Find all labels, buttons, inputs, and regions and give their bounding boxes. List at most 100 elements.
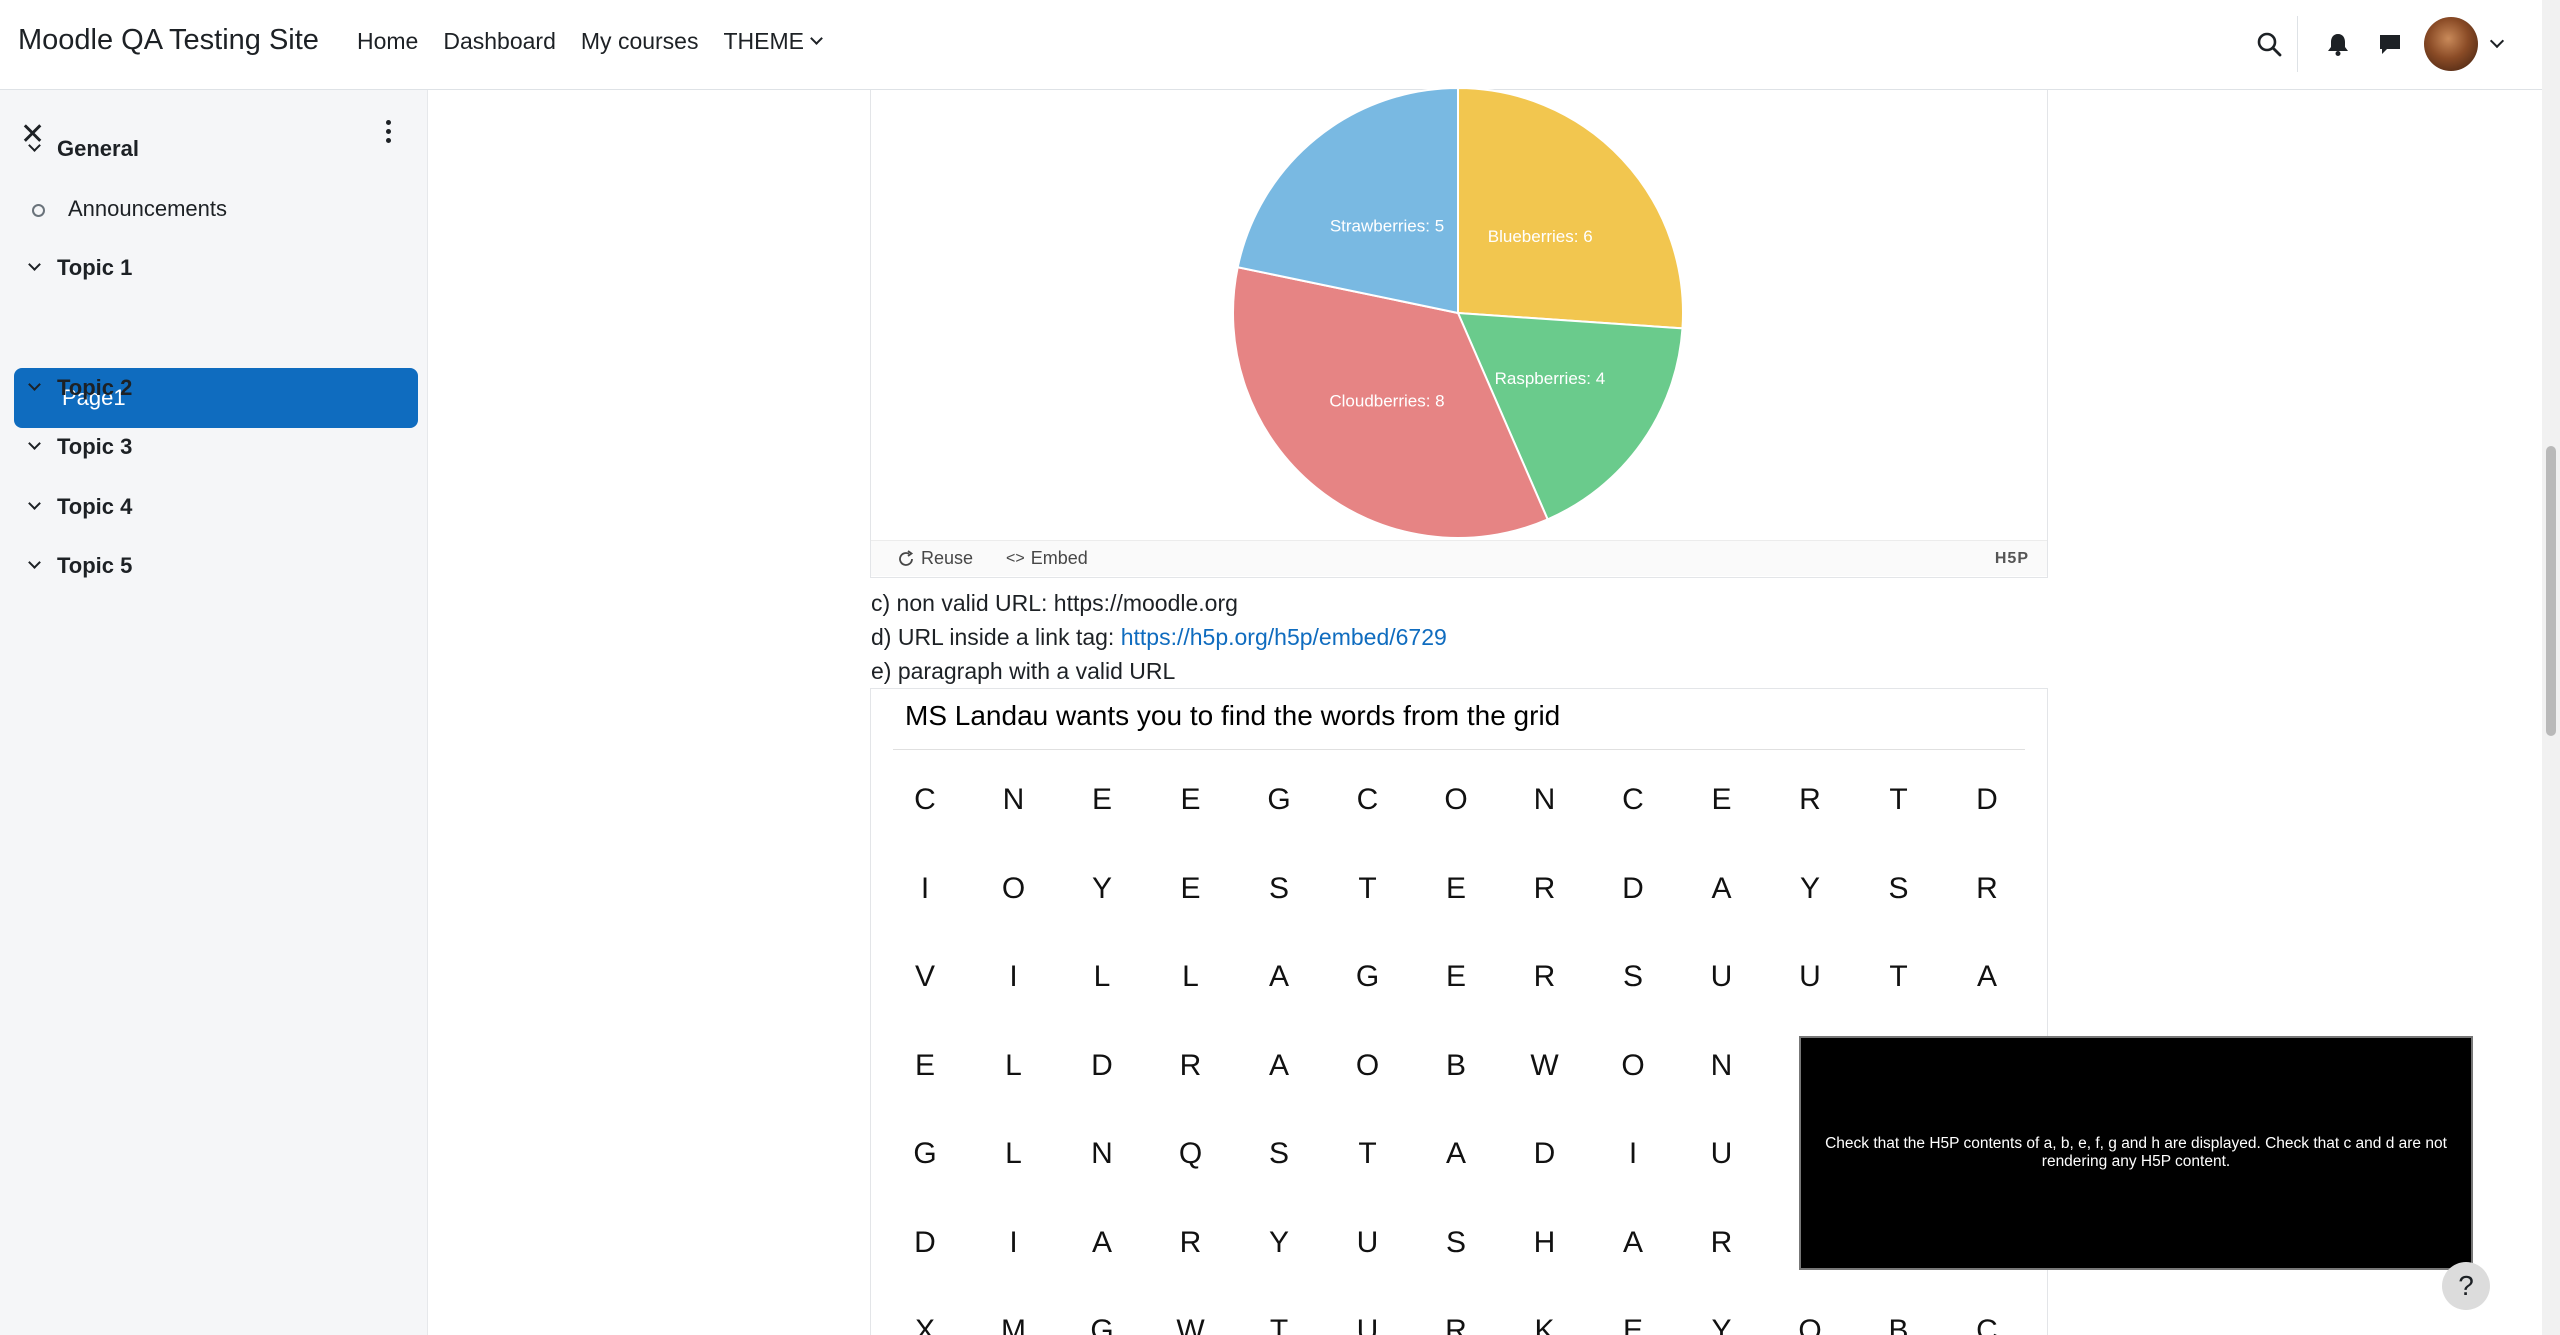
grid-letter[interactable]: E xyxy=(1161,783,1221,817)
grid-letter[interactable]: N xyxy=(1692,1049,1752,1083)
bell-icon[interactable] xyxy=(2318,24,2358,64)
grid-letter[interactable]: E xyxy=(1072,783,1132,817)
grid-letter[interactable]: W xyxy=(1515,1049,1575,1083)
sidebar-section-topic-2[interactable]: Topic 2 xyxy=(0,358,428,418)
sidebar-section-topic-3[interactable]: Topic 3 xyxy=(0,417,428,477)
sidebar-section-topic-4[interactable]: Topic 4 xyxy=(0,477,428,537)
grid-letter[interactable]: E xyxy=(1426,872,1486,906)
grid-letter[interactable]: A xyxy=(1692,872,1752,906)
grid-letter[interactable]: U xyxy=(1780,960,1840,994)
grid-letter[interactable]: V xyxy=(895,960,955,994)
grid-letter[interactable]: S xyxy=(1869,872,1929,906)
grid-letter[interactable]: S xyxy=(1603,960,1663,994)
grid-letter[interactable]: T xyxy=(1338,1137,1398,1171)
grid-letter[interactable]: A xyxy=(1249,1049,1309,1083)
grid-letter[interactable]: Y xyxy=(1249,1226,1309,1260)
grid-letter[interactable]: R xyxy=(1426,1314,1486,1335)
grid-letter[interactable]: E xyxy=(1426,960,1486,994)
embed-button[interactable]: <> Embed xyxy=(1006,548,1088,569)
h5p-embed-link[interactable]: https://h5p.org/h5p/embed/6729 xyxy=(1121,624,1447,650)
search-icon[interactable] xyxy=(2249,24,2289,64)
grid-letter[interactable]: X xyxy=(895,1314,955,1335)
user-menu-chevron-icon[interactable] xyxy=(2489,33,2505,49)
grid-letter[interactable]: R xyxy=(1780,783,1840,817)
grid-letter[interactable]: G xyxy=(1338,960,1398,994)
nav-home[interactable]: Home xyxy=(357,28,418,55)
grid-letter[interactable]: U xyxy=(1338,1226,1398,1260)
grid-letter[interactable]: A xyxy=(1426,1137,1486,1171)
grid-letter[interactable]: C xyxy=(1603,783,1663,817)
grid-letter[interactable]: R xyxy=(1692,1226,1752,1260)
site-name[interactable]: Moodle QA Testing Site xyxy=(18,24,319,57)
nav-theme-dropdown[interactable]: THEME xyxy=(723,28,823,55)
grid-letter[interactable]: R xyxy=(1161,1049,1221,1083)
grid-letter[interactable]: R xyxy=(1515,872,1575,906)
sidebar-section-topic-5[interactable]: Topic 5 xyxy=(0,536,428,596)
grid-letter[interactable]: E xyxy=(1692,783,1752,817)
grid-letter[interactable]: I xyxy=(1603,1137,1663,1171)
nav-my-courses[interactable]: My courses xyxy=(581,28,699,55)
grid-letter[interactable]: D xyxy=(1072,1049,1132,1083)
sidebar-section-general[interactable]: General xyxy=(0,119,428,179)
grid-letter[interactable]: L xyxy=(1072,960,1132,994)
grid-letter[interactable]: W xyxy=(1161,1314,1221,1335)
grid-letter[interactable]: T xyxy=(1338,872,1398,906)
grid-letter[interactable]: L xyxy=(984,1049,1044,1083)
grid-letter[interactable]: Y xyxy=(1072,872,1132,906)
grid-letter[interactable]: U xyxy=(1338,1314,1398,1335)
grid-letter[interactable]: R xyxy=(1957,872,2017,906)
grid-letter[interactable]: H xyxy=(1515,1226,1575,1260)
grid-letter[interactable]: O xyxy=(984,872,1044,906)
grid-letter[interactable]: M xyxy=(984,1314,1044,1335)
grid-letter[interactable]: C xyxy=(895,783,955,817)
grid-letter[interactable]: E xyxy=(1161,872,1221,906)
grid-letter[interactable]: B xyxy=(1869,1314,1929,1335)
grid-letter[interactable]: O xyxy=(1338,1049,1398,1083)
grid-letter[interactable]: O xyxy=(1603,1049,1663,1083)
grid-letter[interactable]: R xyxy=(1515,960,1575,994)
sidebar-section-topic-1[interactable]: Topic 1 xyxy=(0,238,428,298)
grid-letter[interactable]: O xyxy=(1780,1314,1840,1335)
user-avatar[interactable] xyxy=(2424,17,2478,71)
pie-slice[interactable] xyxy=(1457,88,1684,330)
grid-letter[interactable]: C xyxy=(1957,1314,2017,1335)
grid-letter[interactable]: D xyxy=(1603,872,1663,906)
grid-letter[interactable]: K xyxy=(1515,1314,1575,1335)
grid-letter[interactable]: I xyxy=(895,872,955,906)
grid-letter[interactable]: S xyxy=(1426,1226,1486,1260)
sidebar-item-announcements[interactable]: Announcements xyxy=(0,179,428,239)
grid-letter[interactable]: E xyxy=(895,1049,955,1083)
help-button[interactable]: ? xyxy=(2442,1262,2490,1310)
grid-letter[interactable]: U xyxy=(1692,1137,1752,1171)
grid-letter[interactable]: G xyxy=(1072,1314,1132,1335)
reuse-button[interactable]: Reuse xyxy=(897,548,973,569)
nav-dashboard[interactable]: Dashboard xyxy=(443,28,556,55)
grid-letter[interactable]: G xyxy=(895,1137,955,1171)
grid-letter[interactable]: S xyxy=(1249,872,1309,906)
grid-letter[interactable]: A xyxy=(1249,960,1309,994)
grid-letter[interactable]: Y xyxy=(1692,1314,1752,1335)
grid-letter[interactable]: A xyxy=(1603,1226,1663,1260)
grid-letter[interactable]: O xyxy=(1426,783,1486,817)
grid-letter[interactable]: T xyxy=(1869,783,1929,817)
grid-letter[interactable]: L xyxy=(1161,960,1221,994)
grid-letter[interactable]: N xyxy=(1515,783,1575,817)
grid-letter[interactable]: D xyxy=(1957,783,2017,817)
grid-letter[interactable]: N xyxy=(1072,1137,1132,1171)
grid-letter[interactable]: D xyxy=(895,1226,955,1260)
scrollbar-thumb[interactable] xyxy=(2546,446,2556,736)
grid-letter[interactable]: T xyxy=(1869,960,1929,994)
grid-letter[interactable]: S xyxy=(1249,1137,1309,1171)
grid-letter[interactable]: L xyxy=(984,1137,1044,1171)
messages-icon[interactable] xyxy=(2370,24,2410,64)
grid-letter[interactable]: G xyxy=(1249,783,1309,817)
grid-letter[interactable]: D xyxy=(1515,1137,1575,1171)
grid-letter[interactable]: A xyxy=(1072,1226,1132,1260)
grid-letter[interactable]: I xyxy=(984,960,1044,994)
h5p-logo[interactable]: H5P xyxy=(1995,550,2029,568)
grid-letter[interactable]: R xyxy=(1161,1226,1221,1260)
grid-letter[interactable]: E xyxy=(1603,1314,1663,1335)
grid-letter[interactable]: T xyxy=(1249,1314,1309,1335)
grid-letter[interactable]: N xyxy=(984,783,1044,817)
grid-letter[interactable]: I xyxy=(984,1226,1044,1260)
